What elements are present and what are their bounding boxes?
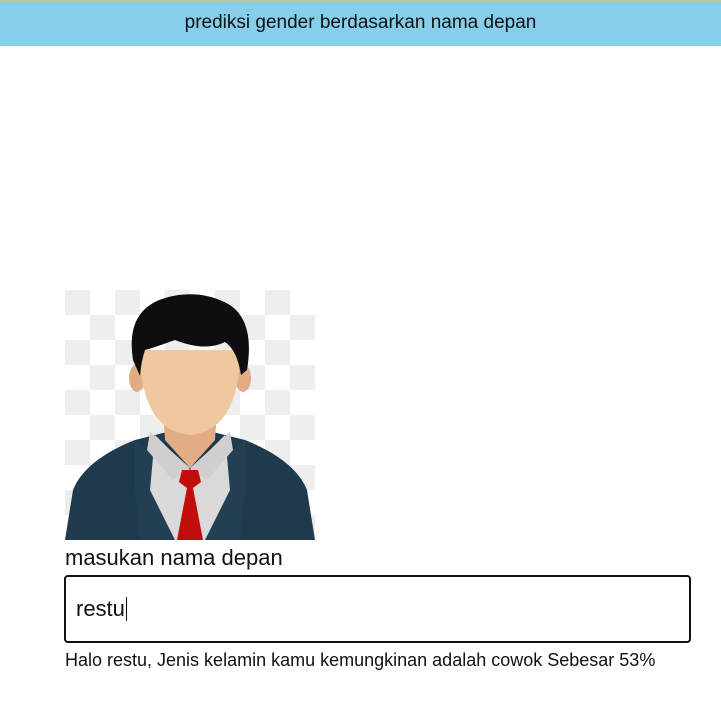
prediction-result-text: Halo restu, Jenis kelamin kamu kemungkin… xyxy=(65,650,656,670)
male-businessman-avatar-icon xyxy=(65,290,315,540)
app-header: prediksi gender berdasarkan nama depan xyxy=(0,0,721,46)
page-title: prediksi gender berdasarkan nama depan xyxy=(184,12,537,33)
first-name-input-value: restu xyxy=(76,596,125,621)
avatar xyxy=(65,290,315,540)
name-field-label: masukan nama depan xyxy=(65,545,283,570)
text-caret xyxy=(125,597,127,621)
first-name-input[interactable]: restu xyxy=(64,575,691,643)
